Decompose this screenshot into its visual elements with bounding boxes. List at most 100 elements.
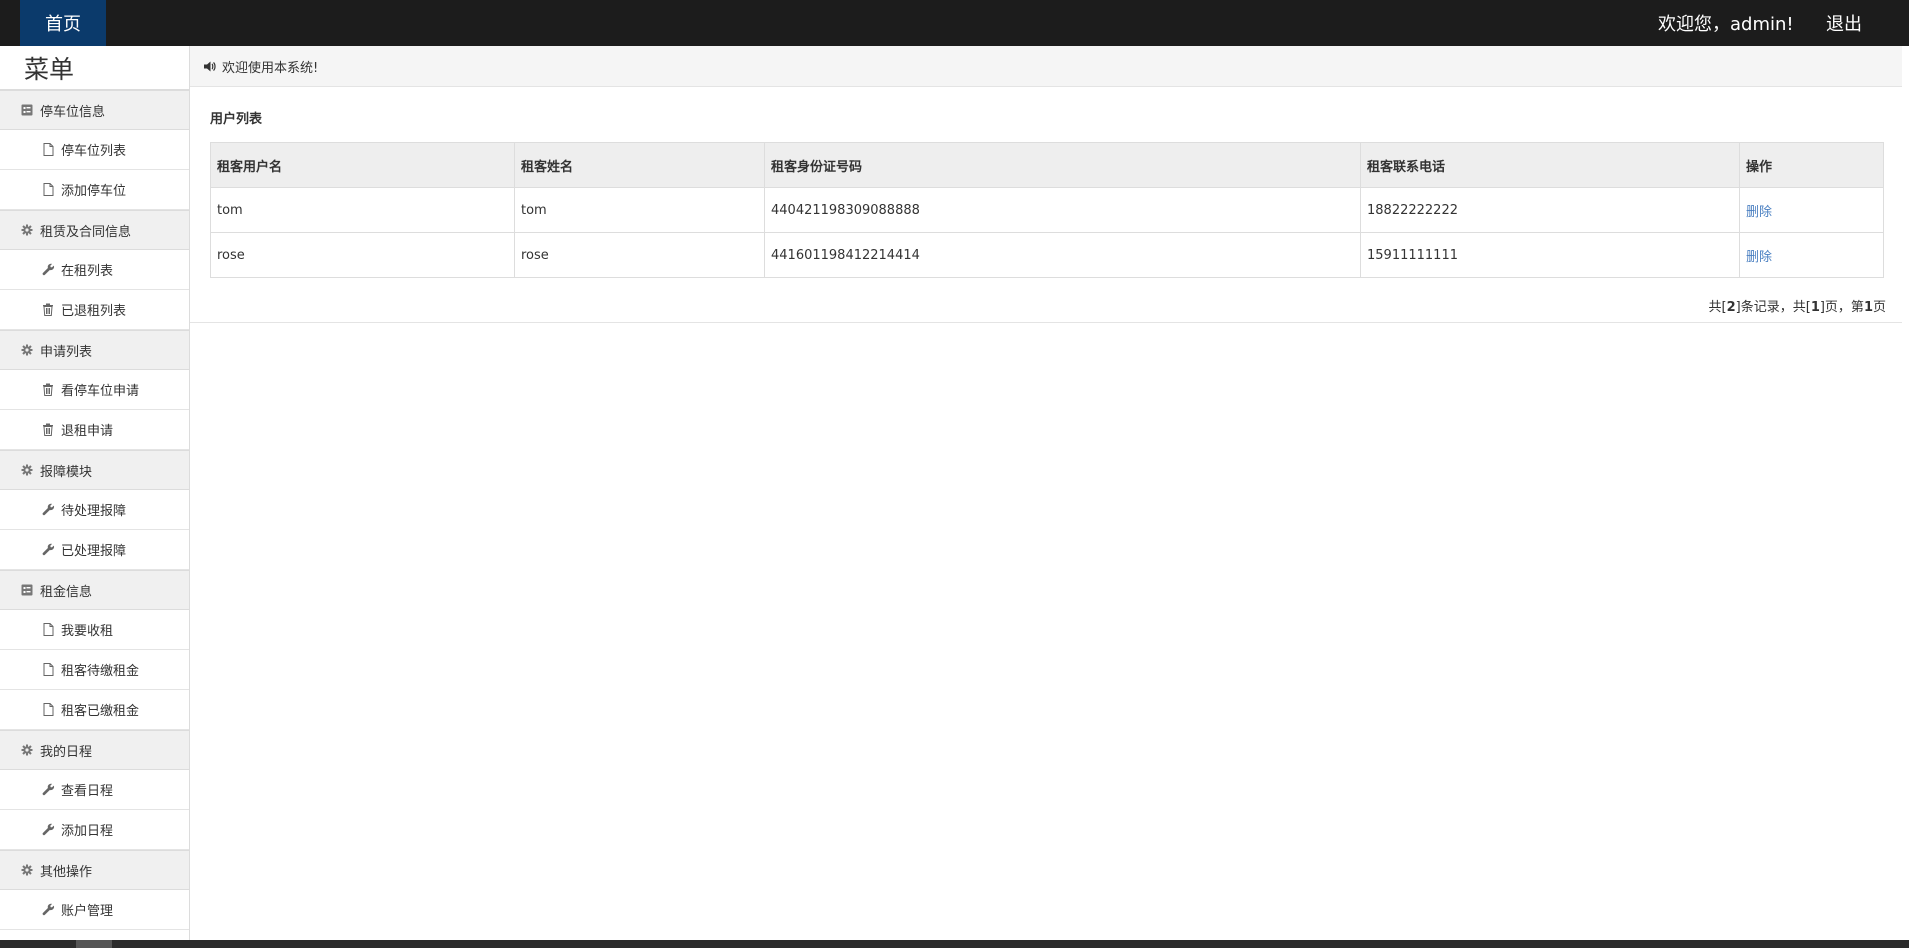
gear-icon [20, 223, 34, 237]
sidebar-item-label: 查看日程 [61, 784, 114, 799]
header-action: 操作 [1739, 142, 1884, 188]
sidebar-item-label: 待处理报障 [61, 504, 127, 519]
trash-icon [41, 383, 55, 397]
gear-icon [20, 863, 34, 877]
sidebar-item-label: 停车位列表 [61, 144, 127, 159]
sidebar-item-6-0[interactable]: 账户管理 [0, 890, 189, 930]
cell-action: 删除 [1739, 187, 1884, 233]
file-icon [41, 183, 55, 197]
sidebar-item-label: 账户管理 [61, 904, 114, 919]
header-name: 租客姓名 [514, 142, 765, 188]
sidebar-item-1-0[interactable]: 在租列表 [0, 250, 189, 290]
cell-id-number: 440421198309088888 [764, 187, 1361, 233]
sidebar-group-2[interactable]: 申请列表 [0, 330, 189, 370]
pager-total: 2 [1726, 300, 1736, 315]
file-icon [41, 143, 55, 157]
pager-prefix: 共[ [1708, 300, 1727, 315]
table-row: rose rose 441601198412214414 15911111111… [210, 232, 1884, 278]
cell-username: rose [210, 232, 515, 278]
cell-name: rose [514, 232, 765, 278]
delete-link[interactable]: 删除 [1746, 205, 1772, 220]
sidebar-item-label: 已退租列表 [61, 304, 127, 319]
pagination-info: 共[2]条记录，共[1]页，第1页 [1709, 296, 1886, 315]
panel-title: 用户列表 [210, 112, 263, 127]
sidebar-item-4-0[interactable]: 我要收租 [0, 610, 189, 650]
cell-name: tom [514, 187, 765, 233]
gear-icon [20, 463, 34, 477]
sidebar-group-3[interactable]: 报障模块 [0, 450, 189, 490]
sidebar-item-0-1[interactable]: 添加停车位 [0, 170, 189, 210]
pager-current: 1 [1863, 300, 1873, 315]
user-list-panel: 用户列表 租客用户名 租客姓名 租客身份证号码 租客联系电话 操作 tom to… [190, 88, 1902, 323]
top-navbar: 首页 欢迎您，admin! 退出 [0, 0, 1909, 46]
sidebar-group-label: 申请列表 [40, 344, 93, 360]
sidebar-group-1[interactable]: 租赁及合同信息 [0, 210, 189, 250]
sidebar-group-label: 租金信息 [40, 584, 93, 600]
sidebar-item-4-1[interactable]: 租客待缴租金 [0, 650, 189, 690]
wrench-icon [41, 783, 55, 797]
sidebar-item-5-0[interactable]: 查看日程 [0, 770, 189, 810]
sidebar-item-label: 租客待缴租金 [61, 664, 140, 679]
sidebar-item-label: 在租列表 [61, 264, 114, 279]
wrench-icon [41, 543, 55, 557]
sidebar-item-2-1[interactable]: 退租申请 [0, 410, 189, 450]
sidebar-group-0[interactable]: 停车位信息 [0, 90, 189, 130]
sidebar-menu: 菜单 停车位信息停车位列表添加停车位租赁及合同信息 在租列表已退租列表申请列表看停… [0, 46, 190, 940]
list-alt-icon [20, 583, 34, 597]
sidebar-item-3-1[interactable]: 已处理报障 [0, 530, 189, 570]
sidebar-item-label: 添加停车位 [61, 184, 127, 199]
file-icon [41, 663, 55, 677]
menu-title: 菜单 [0, 46, 189, 90]
scrollbar-thumb[interactable] [76, 940, 112, 948]
trash-icon [41, 303, 55, 317]
volume-icon [202, 59, 216, 73]
wrench-icon [41, 263, 55, 277]
welcome-user-text: 欢迎您，admin! [1658, 14, 1794, 35]
wrench-icon [41, 903, 55, 917]
header-phone: 租客联系电话 [1360, 142, 1740, 188]
notice-text: 欢迎使用本系统! [222, 60, 319, 76]
sidebar-item-label: 看停车位申请 [61, 384, 140, 399]
file-icon [41, 703, 55, 717]
sidebar-item-0-0[interactable]: 停车位列表 [0, 130, 189, 170]
header-username: 租客用户名 [210, 142, 515, 188]
wrench-icon [41, 503, 55, 517]
sidebar-group-label: 停车位信息 [40, 104, 106, 120]
gear-icon [20, 743, 34, 757]
cell-username: tom [210, 187, 515, 233]
sidebar-group-label: 租赁及合同信息 [40, 224, 132, 240]
trash-icon [41, 423, 55, 437]
user-table: 租客用户名 租客姓名 租客身份证号码 租客联系电话 操作 tom tom 440… [210, 142, 1884, 278]
notice-bar: 欢迎使用本系统! [190, 46, 1902, 87]
pager-pages: 1 [1810, 300, 1820, 315]
wrench-icon [41, 823, 55, 837]
file-icon [41, 623, 55, 637]
cell-action: 删除 [1739, 232, 1884, 278]
pager-mid1: ]条记录，共[ [1735, 300, 1811, 315]
delete-link[interactable]: 删除 [1746, 250, 1772, 265]
home-tab[interactable]: 首页 [20, 0, 106, 46]
sidebar-item-4-2[interactable]: 租客已缴租金 [0, 690, 189, 730]
sidebar-item-5-1[interactable]: 添加日程 [0, 810, 189, 850]
sidebar-group-4[interactable]: 租金信息 [0, 570, 189, 610]
sidebar-item-2-0[interactable]: 看停车位申请 [0, 370, 189, 410]
sidebar-item-1-1[interactable]: 已退租列表 [0, 290, 189, 330]
sidebar-item-label: 我要收租 [61, 624, 114, 639]
sidebar-group-label: 我的日程 [40, 744, 93, 760]
cell-id-number: 441601198412214414 [764, 232, 1361, 278]
cell-phone: 15911111111 [1360, 232, 1740, 278]
logout-link[interactable]: 退出 [1826, 0, 1862, 46]
sidebar-item-label: 租客已缴租金 [61, 704, 140, 719]
table-header-row: 租客用户名 租客姓名 租客身份证号码 租客联系电话 操作 [210, 142, 1884, 188]
table-row: tom tom 440421198309088888 18822222222 删… [210, 187, 1884, 233]
sidebar-group-6[interactable]: 其他操作 [0, 850, 189, 890]
menu-list: 停车位信息停车位列表添加停车位租赁及合同信息 在租列表已退租列表申请列表看停车位申… [0, 90, 189, 930]
sidebar-item-3-0[interactable]: 待处理报障 [0, 490, 189, 530]
horizontal-scrollbar[interactable] [0, 940, 1909, 948]
sidebar-item-label: 添加日程 [61, 824, 114, 839]
list-alt-icon [20, 103, 34, 117]
sidebar-group-5[interactable]: 我的日程 [0, 730, 189, 770]
sidebar-item-label: 退租申请 [61, 424, 114, 439]
sidebar-group-label: 报障模块 [40, 464, 93, 480]
gear-icon [20, 343, 34, 357]
